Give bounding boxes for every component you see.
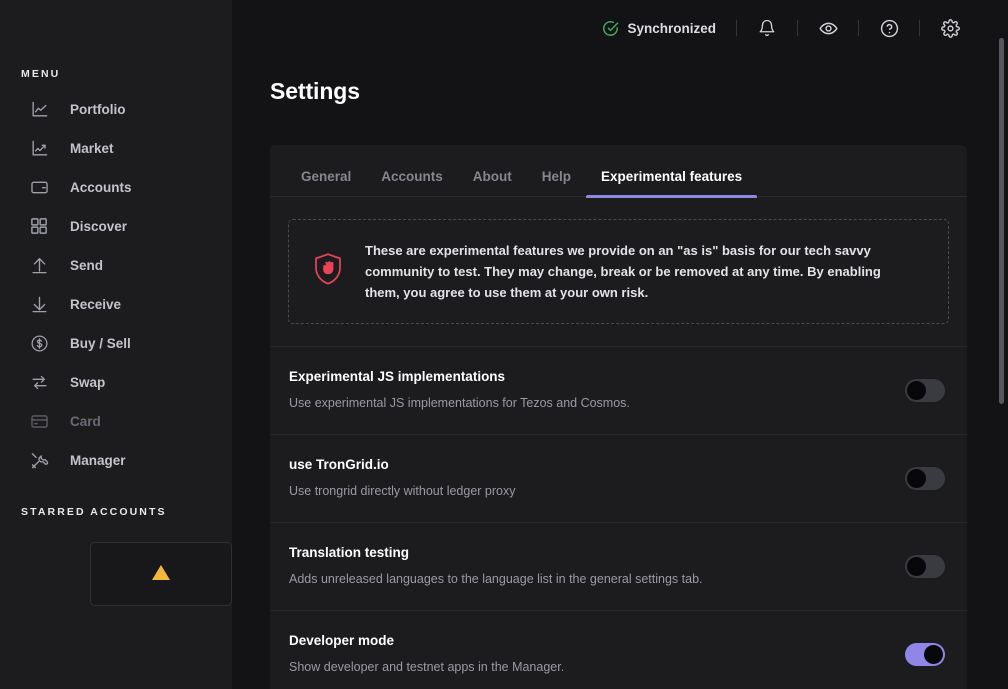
feature-toggle[interactable] (905, 466, 945, 490)
toggle-knob (924, 644, 943, 664)
bell-icon[interactable] (757, 18, 777, 38)
trending-up-icon (29, 138, 49, 158)
feature-description: Adds unreleased languages to the languag… (289, 571, 703, 586)
check-circle-icon (602, 20, 619, 37)
toggle-knob (907, 556, 926, 576)
starred-accounts-list (0, 542, 232, 606)
sidebar-item-label: Send (70, 257, 104, 273)
feature-description: Use trongrid directly without ledger pro… (289, 484, 516, 499)
feature-title: use TronGrid.io (289, 457, 389, 473)
feature-row: Experimental JS implementations Use exper… (270, 346, 967, 434)
sidebar-item-market[interactable]: Market (0, 133, 232, 163)
sidebar-item-accounts[interactable]: Accounts (0, 172, 232, 202)
dollar-circle-icon (29, 333, 49, 353)
grid-icon (29, 216, 49, 236)
toggle-knob (907, 468, 926, 488)
sidebar-item-buy-sell[interactable]: Buy / Sell (0, 328, 232, 358)
app-window: MENU Portfolio Market Accounts Discover Send… (0, 0, 1008, 689)
tools-icon (29, 450, 49, 470)
toggle-knob (907, 381, 926, 401)
main-area: Synchronized Settings General Accounts Abo… (232, 0, 1008, 689)
eye-icon[interactable] (818, 18, 838, 38)
arrow-down-icon (29, 294, 49, 314)
ethereum-icon (152, 565, 170, 580)
feature-description: Use experimental JS implementations for … (289, 396, 630, 411)
experimental-features-panel: These are experimental features we provi… (270, 197, 967, 689)
sidebar-item-discover[interactable]: Discover (0, 211, 232, 241)
sidebar-item-label: Buy / Sell (70, 335, 131, 351)
sidebar-item-label: Market (70, 140, 114, 156)
feature-text: Translation testing Adds unreleased langu… (289, 545, 703, 588)
divider (736, 20, 737, 36)
feature-toggle[interactable] (905, 379, 945, 403)
swap-arrows-icon (29, 372, 49, 392)
page-title: Settings (270, 78, 360, 104)
sync-status[interactable]: Synchronized (602, 20, 716, 37)
help-circle-icon[interactable] (879, 18, 899, 38)
sidebar-nav: Portfolio Market Accounts Discover Send Recei… (0, 94, 232, 475)
feature-row: Developer mode Show developer and testnet… (270, 609, 967, 689)
tab-help[interactable]: Help (527, 169, 586, 197)
feature-toggle[interactable] (905, 554, 945, 578)
shield-warning-icon (313, 252, 343, 291)
chart-line-icon (29, 99, 49, 119)
wallet-icon (29, 177, 49, 197)
sidebar-menu-heading: MENU (21, 68, 61, 80)
feature-row: use TronGrid.io Use trongrid directly wit… (270, 434, 967, 522)
divider (919, 20, 920, 36)
sidebar-item-portfolio[interactable]: Portfolio (0, 94, 232, 124)
warning-banner: These are experimental features we provi… (288, 219, 949, 325)
starred-account-card[interactable] (90, 542, 232, 606)
sidebar-item-label: Discover (70, 218, 128, 234)
feature-text: Experimental JS implementations Use exper… (289, 369, 630, 412)
feature-description: Show developer and testnet apps in the M… (289, 659, 565, 674)
feature-rows: Experimental JS implementations Use exper… (270, 346, 967, 689)
sidebar-item-label: Swap (70, 374, 106, 390)
sidebar-item-label: Card (70, 413, 101, 429)
divider (797, 20, 798, 36)
feature-title: Developer mode (289, 632, 395, 648)
feature-toggle[interactable] (905, 642, 945, 666)
settings-tabs: General Accounts About Help Experimental fea… (270, 145, 967, 198)
tab-general[interactable]: General (286, 169, 366, 197)
feature-row: Translation testing Adds unreleased langu… (270, 521, 967, 610)
credit-card-icon (29, 411, 49, 431)
tab-about[interactable]: About (458, 169, 527, 197)
settings-content: General Accounts About Help Experimental fea… (232, 105, 1008, 689)
tab-accounts[interactable]: Accounts (366, 169, 458, 197)
sidebar-item-send[interactable]: Send (0, 250, 232, 280)
sidebar-item-swap[interactable]: Swap (0, 367, 232, 397)
sidebar: MENU Portfolio Market Accounts Discover Send… (0, 0, 232, 689)
gear-icon[interactable] (940, 18, 960, 38)
warning-banner-wrapper: These are experimental features we provi… (270, 197, 967, 325)
sidebar-item-card[interactable]: Card (0, 406, 232, 436)
vertical-scrollbar[interactable] (999, 38, 1004, 404)
sidebar-starred-heading: STARRED ACCOUNTS (21, 506, 167, 518)
sidebar-item-label: Manager (70, 452, 126, 468)
sidebar-item-label: Accounts (70, 179, 132, 195)
feature-title: Experimental JS implementations (289, 369, 506, 385)
sidebar-item-label: Receive (70, 296, 122, 312)
sidebar-item-label: Portfolio (70, 101, 126, 117)
sidebar-item-receive[interactable]: Receive (0, 289, 232, 319)
sidebar-item-manager[interactable]: Manager (0, 445, 232, 475)
feature-text: use TronGrid.io Use trongrid directly wit… (289, 457, 516, 500)
feature-title: Translation testing (289, 544, 410, 560)
arrow-up-icon (29, 255, 49, 275)
topbar: Synchronized (232, 0, 1008, 56)
tab-experimental-features[interactable]: Experimental features (586, 169, 758, 198)
sync-status-label: Synchronized (627, 20, 716, 36)
warning-banner-text: These are experimental features we provi… (365, 243, 881, 301)
feature-text: Developer mode Show developer and testnet… (289, 633, 564, 676)
divider (858, 20, 859, 36)
